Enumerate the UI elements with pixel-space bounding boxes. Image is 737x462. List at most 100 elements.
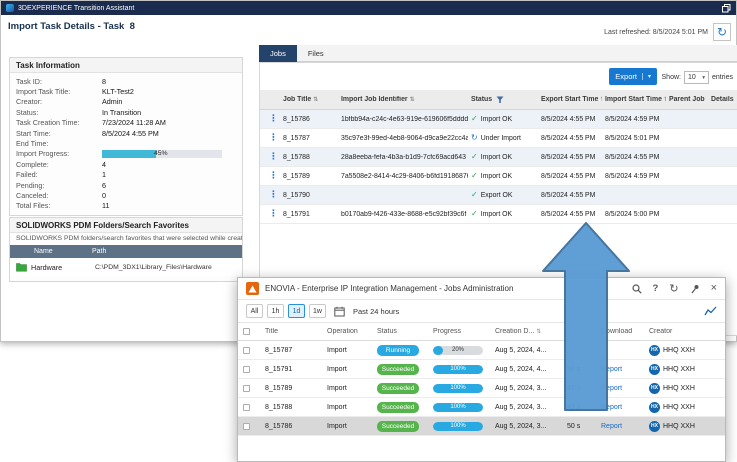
folder-icon — [16, 262, 27, 272]
kebab-menu-icon[interactable]: ⋮ — [263, 209, 280, 219]
enovia-job-row[interactable]: 8_15787 Import Running 20% Aug 5, 2024, … — [238, 341, 725, 360]
row-checkbox[interactable] — [243, 346, 250, 354]
status-label: Export OK — [480, 191, 513, 199]
kebab-menu-icon[interactable]: ⋮ — [263, 133, 280, 143]
enovia-job-row-selected[interactable]: 8_15786 Import Succeeded 100% Aug 5, 202… — [238, 417, 725, 436]
job-id-cell: b0170ab9-f426-433e-8688-e5c92bf39c6f — [341, 210, 467, 218]
col-status[interactable]: Status — [372, 328, 428, 335]
chevron-down-icon: ▾ — [641, 73, 651, 80]
export-label: Export — [615, 72, 637, 81]
progress-pill: 20% — [433, 345, 483, 355]
progress-label: 100% — [450, 422, 466, 429]
page-size-select[interactable]: 10 ▾ — [683, 71, 709, 84]
col-status[interactable]: Status — [468, 96, 538, 104]
select-all-checkbox[interactable] — [243, 328, 250, 335]
pdm-description: SOLIDWORKS PDM folders/search favorites … — [16, 235, 242, 242]
col-details[interactable]: Details — [708, 96, 737, 103]
creation-cell: Aug 5, 2024, 3... — [495, 403, 547, 411]
kebab-menu-icon[interactable]: ⋮ — [263, 171, 280, 181]
progress-pill: 100% — [433, 364, 483, 374]
search-icon[interactable] — [631, 283, 642, 294]
title-cell: 8_15786 — [265, 422, 293, 430]
enovia-job-row[interactable]: 8_15789 Import Succeeded 100% Aug 5, 202… — [238, 379, 725, 398]
filter-1w-button[interactable]: 1w — [309, 304, 326, 318]
refresh-button[interactable]: ↻ — [713, 23, 731, 41]
report-link[interactable]: Report — [596, 385, 644, 392]
col-label: Creation D... — [495, 328, 535, 335]
enovia-job-row[interactable]: 8_15791 Import Succeeded 100% Aug 5, 202… — [238, 360, 725, 379]
col-label: Title — [265, 328, 278, 335]
filter-1d-button[interactable]: 1d — [288, 304, 305, 318]
duration-cell: 47 s — [567, 384, 581, 392]
row-checkbox[interactable] — [243, 403, 250, 411]
progress-percent-label: 45% — [154, 149, 168, 157]
col-creator[interactable]: Creator — [644, 328, 725, 335]
tab-jobs[interactable]: Jobs — [259, 45, 297, 62]
kebab-menu-icon[interactable]: ⋮ — [263, 190, 280, 200]
status-label: Import OK — [480, 115, 513, 123]
job-row: ⋮ 8_15790 ✓ Export OK 8/5/2024 4:55 PM — [260, 186, 737, 205]
pin-icon[interactable] — [690, 284, 700, 294]
col-download[interactable]: Download — [596, 328, 644, 335]
report-link[interactable]: Report — [596, 404, 644, 411]
import-start-cell: 8/5/2024 4:59 PM — [605, 172, 660, 180]
field-total-files: Total Files: 11 — [10, 201, 242, 211]
col-parent-job[interactable]: Parent Job — [666, 96, 708, 103]
pdm-row-hardware[interactable]: Hardware C:\PDM_3DX1\Library_Files\Hardw… — [10, 258, 242, 276]
avatar: HX — [649, 382, 660, 394]
field-import-task-title: Import Task Title: KLT-Test2 — [10, 86, 242, 96]
kebab-menu-icon[interactable]: ⋮ — [263, 114, 280, 124]
title-cell: 8_15789 — [265, 384, 293, 392]
filter-funnel-icon[interactable] — [496, 96, 504, 104]
col-import-job-identifier[interactable]: Import Job Identifier ⇅ — [338, 96, 468, 103]
page-size-value: 10 — [687, 74, 696, 81]
col-label: Export Start Time — [541, 96, 599, 103]
report-link[interactable]: Report — [596, 366, 644, 373]
export-button[interactable]: Export ▾ — [609, 68, 657, 85]
status-label: Import OK — [480, 172, 513, 180]
col-title[interactable]: Title — [260, 328, 322, 335]
status-label: Import OK — [480, 153, 513, 161]
row-checkbox[interactable] — [243, 384, 250, 392]
field-label: Task ID: — [16, 76, 42, 86]
report-link[interactable]: Report — [596, 423, 644, 430]
row-checkbox[interactable] — [243, 365, 250, 373]
progress-fill — [102, 149, 156, 159]
kebab-menu-icon[interactable]: ⋮ — [263, 152, 280, 162]
field-label: Creator: — [16, 97, 42, 107]
col-export-start-time[interactable]: Export Start Time⇅ — [538, 96, 602, 103]
col-import-start-time[interactable]: Import Start Time⇅ — [602, 96, 666, 103]
filter-1h-button[interactable]: 1h — [267, 304, 284, 318]
status-badge: Succeeded — [377, 363, 419, 375]
restore-window-icon[interactable] — [722, 3, 731, 13]
import-ok-icon: ✓ — [471, 153, 478, 161]
job-title-cell: 8_15791 — [283, 210, 310, 218]
enovia-jobs-window: ENOVIA - Enterprise IP Integration Manag… — [237, 277, 726, 462]
export-start-cell: 8/5/2024 4:55 PM — [541, 172, 596, 180]
col-progress[interactable]: Progress — [428, 328, 490, 335]
show-label: Show: — [661, 74, 681, 81]
creator-name: HHQ XXH — [663, 403, 695, 411]
enovia-window-title: ENOVIA - Enterprise IP Integration Manag… — [265, 284, 514, 293]
col-job-title[interactable]: Job Title ⇅ — [280, 96, 338, 103]
import-start-cell: 8/5/2024 4:59 PM — [605, 115, 660, 123]
refresh-icon[interactable]: ↻ — [669, 283, 678, 294]
filter-all-button[interactable]: All — [246, 304, 263, 318]
col-creation-date[interactable]: Creation D... ⇅ — [490, 328, 562, 335]
status-badge: Running — [377, 344, 419, 356]
help-icon[interactable]: ? — [653, 283, 659, 294]
enovia-filterbar: All 1h 1d 1w Past 24 hours — [238, 300, 725, 323]
col-label: Details — [711, 96, 734, 103]
enovia-job-row[interactable]: 8_15788 Import Succeeded 100% Aug 5, 202… — [238, 398, 725, 417]
creator-name: HHQ XXH — [663, 346, 695, 354]
field-value: 8/5/2024 4:55 PM — [102, 128, 159, 138]
tab-files[interactable]: Files — [297, 45, 335, 62]
field-value: 1 — [102, 170, 106, 180]
chart-view-icon[interactable] — [704, 306, 717, 316]
entries-label: entries — [711, 74, 733, 81]
calendar-icon[interactable] — [334, 306, 345, 317]
task-information-title: Task Information — [10, 58, 242, 73]
close-icon[interactable]: × — [711, 283, 717, 294]
col-operation[interactable]: Operation — [322, 328, 372, 335]
row-checkbox[interactable] — [243, 422, 250, 430]
